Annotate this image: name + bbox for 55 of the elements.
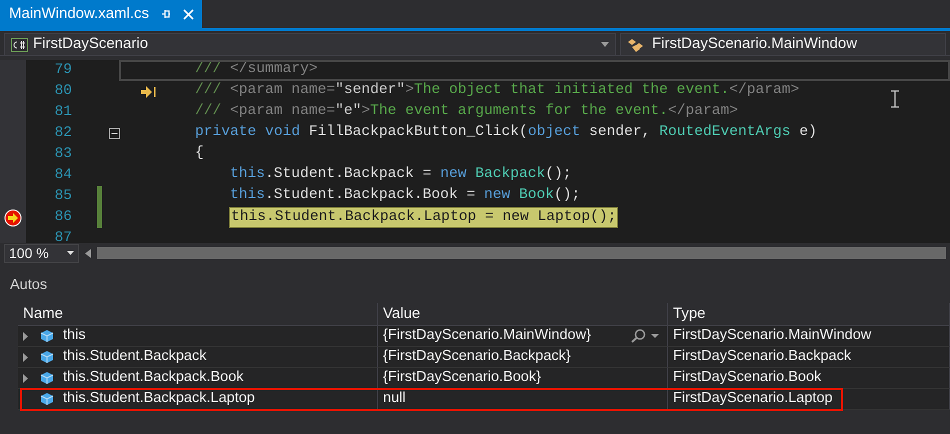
- zoom-value: 100 %: [9, 244, 49, 262]
- line-number: 81: [54, 102, 72, 122]
- caret-icon: [601, 42, 609, 47]
- line-number: 84: [54, 166, 72, 185]
- code-line: this.Student.Backpack.Book = new Book();: [229, 186, 582, 205]
- expand-icon[interactable]: [23, 352, 28, 362]
- variable-icon: [40, 371, 54, 385]
- tab-title[interactable]: MainWindow.xaml.cs: [9, 2, 150, 26]
- variable-icon: [40, 329, 54, 343]
- type-cell: FirstDayScenario.Laptop: [668, 389, 950, 410]
- line-number: 85: [54, 186, 72, 206]
- variable-value: {FirstDayScenario.Book}: [383, 368, 542, 388]
- expand-icon[interactable]: [23, 332, 28, 340]
- line-number: 83: [54, 144, 72, 164]
- variable-name: this.Student.Backpack.Book: [63, 368, 244, 388]
- variable-value: {FirstDayScenario.Backpack}: [383, 347, 572, 366]
- panel-title: Autos: [10, 276, 48, 296]
- variable-value: null: [383, 389, 407, 408]
- line-number: 79: [54, 60, 72, 80]
- variable-icon: [40, 350, 54, 364]
- scrollbar-thumb[interactable]: [97, 247, 946, 259]
- variable-icon: [40, 392, 54, 406]
- class-name: FirstDayScenario.MainWindow: [652, 34, 858, 54]
- line-number: 82: [54, 124, 72, 143]
- code-line: /// <param name="sender">The object that initiated the event.</param>: [194, 81, 800, 100]
- caret-icon: [67, 251, 74, 255]
- pin-icon: [161, 9, 172, 19]
- type-cell: FirstDayScenario.Book: [668, 368, 950, 389]
- code-line: /// <param name="e">The event arguments for the event.</param>: [194, 102, 739, 121]
- variable-name: this: [63, 326, 86, 346]
- variable-name: this.Student.Backpack.Laptop: [63, 389, 255, 408]
- expand-icon[interactable]: [23, 374, 28, 382]
- text-cursor-icon: [891, 90, 899, 108]
- code-line: private void FillBackpackButton_Click(object sender, RoutedEventArgs e): [194, 123, 818, 142]
- project-name: FirstDayScenario: [33, 34, 150, 54]
- code-file-icon: [11, 38, 28, 52]
- scroll-left-icon: [85, 248, 91, 258]
- close-icon: [183, 8, 194, 20]
- run-to-here-icon[interactable]: [140, 86, 156, 98]
- zoom-dropdown[interactable]: 100 %: [4, 244, 79, 262]
- type-cell: FirstDayScenario.MainWindow: [668, 326, 950, 347]
- code-line: {: [194, 144, 205, 163]
- line-number: 80: [54, 82, 72, 101]
- variable-value: {FirstDayScenario.MainWindow}: [383, 326, 592, 346]
- code-line: this.Student.Backpack = new Backpack();: [229, 165, 573, 184]
- caret-icon: [651, 334, 659, 338]
- collapse-icon[interactable]: [108, 128, 120, 139]
- class-dropdown[interactable]: FirstDayScenario.MainWindow: [620, 33, 946, 56]
- search-icon[interactable]: [631, 329, 647, 343]
- project-dropdown[interactable]: FirstDayScenario: [4, 33, 616, 56]
- line-number: 86: [54, 208, 72, 227]
- type-cell: FirstDayScenario.Backpack: [668, 347, 950, 368]
- document-tab[interactable]: MainWindow.xaml.cs: [0, 0, 202, 28]
- variable-name: this.Student.Backpack: [63, 347, 206, 366]
- code-line: /// </summary>: [194, 60, 319, 79]
